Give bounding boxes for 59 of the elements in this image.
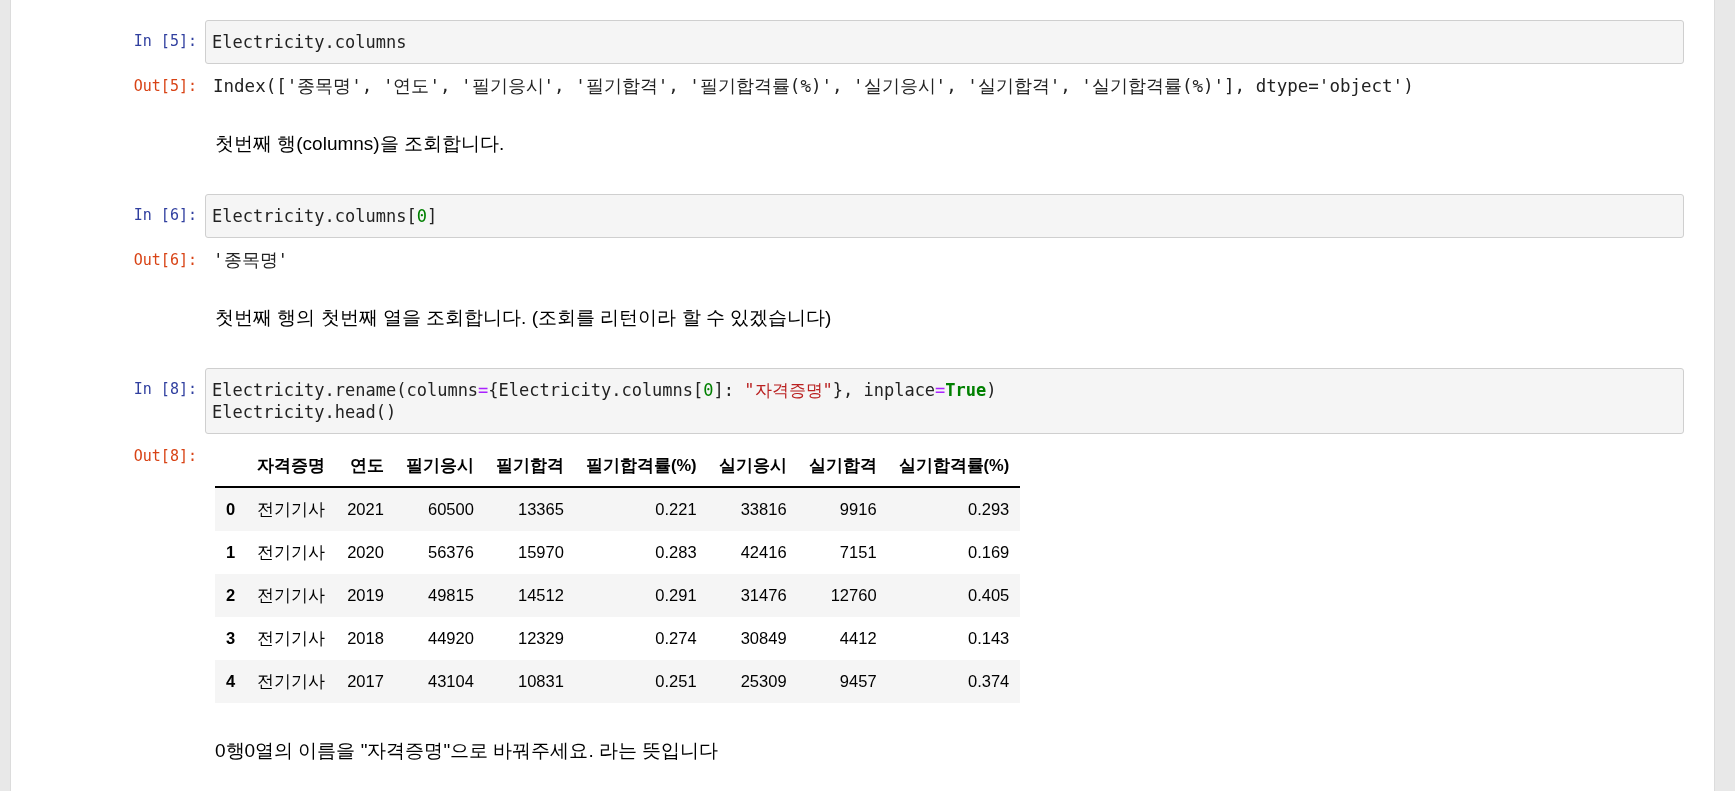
table-cell: 9916: [797, 487, 888, 531]
row-index: 4: [215, 660, 247, 703]
output-prompt: Out[5]:: [132, 76, 198, 96]
output-prompt: Out[8]:: [132, 446, 198, 466]
table-cell: 12760: [797, 574, 888, 617]
table-cell: 0.405: [887, 574, 1021, 617]
table-cell: 2019: [336, 574, 395, 617]
code-input[interactable]: Electricity.rename(columns={Electricity.columns[0]: "자격증명"}, inplace=True) Electricity.head(): [205, 368, 1684, 434]
input-prompt: In [8]:: [132, 379, 198, 399]
input-prompt: In [6]:: [132, 205, 198, 225]
table-cell: 13365: [484, 487, 575, 531]
table-cell: 56376: [394, 531, 485, 574]
table-cell: 0.274: [574, 617, 708, 660]
output-text: Index(['종목명', '연도', '필기응시', '필기합격', '필기합격률(%)', '실기응시', '실기합격', '실기합격률(%)'], dtype='object'): [212, 76, 1414, 96]
row-index: 1: [215, 531, 247, 574]
table-cell: 0.293: [887, 487, 1021, 531]
row-index: 3: [215, 617, 247, 660]
table-cell: 15970: [484, 531, 575, 574]
output-text: '종목명': [212, 250, 289, 270]
table-cell: 0.283: [574, 531, 708, 574]
table-cell: 2020: [336, 531, 395, 574]
table-cell: 60500: [394, 487, 485, 531]
markdown-text: 0행0열의 이름을 "자격증명"으로 바꿔주세요. 라는 뜻입니다: [214, 739, 719, 763]
table-cell: 9457: [797, 660, 888, 703]
table-cell: 0.251: [574, 660, 708, 703]
table-cell: 7151: [797, 531, 888, 574]
table-cell: 10831: [484, 660, 575, 703]
table-cell: 43104: [394, 660, 485, 703]
table-cell: 33816: [707, 487, 798, 531]
table-cell: 0.374: [887, 660, 1021, 703]
markdown-text: 첫번째 행(columns)을 조회합니다.: [214, 132, 505, 156]
table-cell: 44920: [394, 617, 485, 660]
input-prompt: In [5]:: [132, 31, 198, 51]
code-input[interactable]: Electricity.columns[0]: [205, 194, 1684, 238]
table-cell: 2021: [336, 487, 395, 531]
markdown-text: 첫번째 행의 첫번째 열을 조회합니다. (조회를 리턴이라 할 수 있겠습니다): [214, 306, 832, 330]
row-index: 0: [215, 487, 247, 531]
table-cell: 14512: [484, 574, 575, 617]
table-cell: 4412: [797, 617, 888, 660]
table-cell: 31476: [707, 574, 798, 617]
table-cell: 0.291: [574, 574, 708, 617]
table-cell: 2017: [336, 660, 395, 703]
table-cell: 전기기사: [246, 660, 337, 703]
table-cell: 12329: [484, 617, 575, 660]
table-cell: 30849: [707, 617, 798, 660]
row-index: 2: [215, 574, 247, 617]
table-cell: 0.221: [574, 487, 708, 531]
table-cell: 전기기사: [246, 617, 337, 660]
table-cell: 전기기사: [246, 574, 337, 617]
output-prompt: Out[6]:: [132, 250, 198, 270]
table-cell: 0.169: [887, 531, 1021, 574]
table-cell: 0.143: [887, 617, 1021, 660]
table-cell: 49815: [394, 574, 485, 617]
table-cell: 42416: [707, 531, 798, 574]
table-cell: 전기기사: [246, 531, 337, 574]
table-cell: 25309: [707, 660, 798, 703]
table-cell: 전기기사: [246, 487, 337, 531]
code-input[interactable]: Electricity.columns: [205, 20, 1684, 64]
table-cell: 2018: [336, 617, 395, 660]
